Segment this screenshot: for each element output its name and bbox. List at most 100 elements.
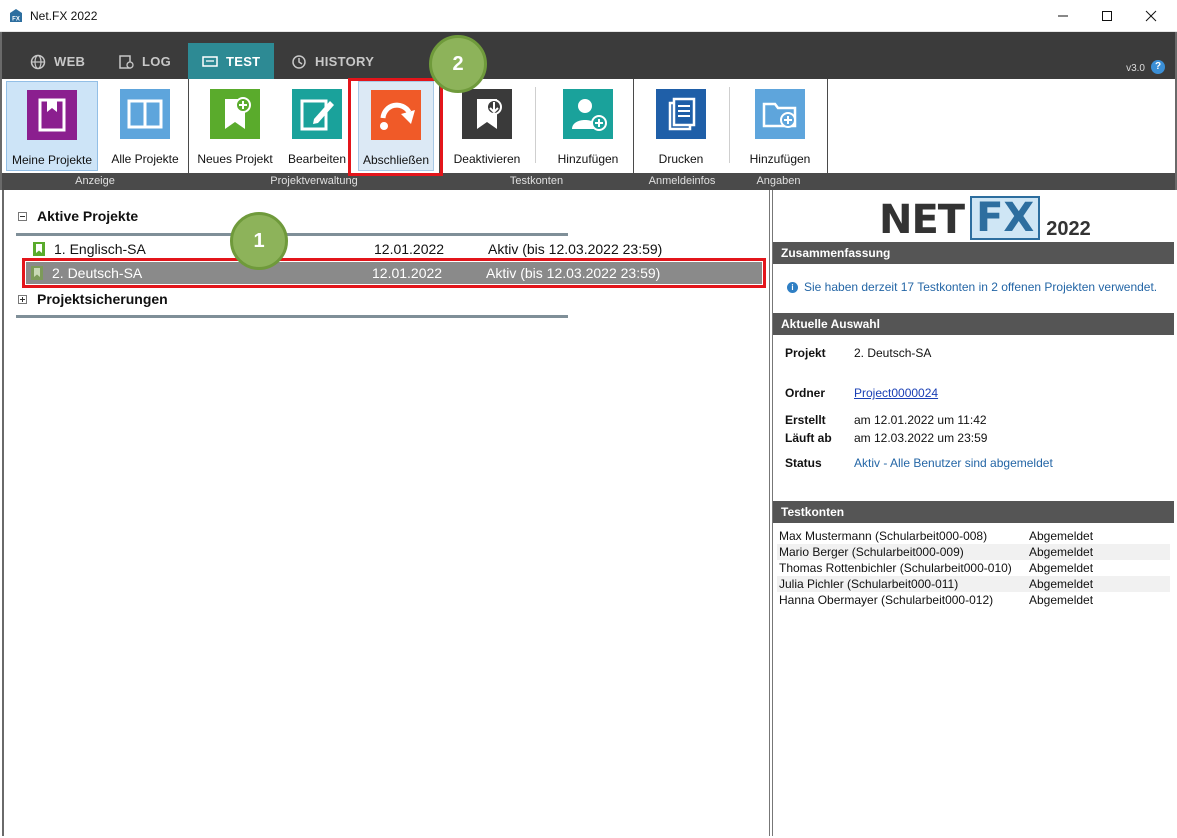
account-row[interactable]: Max Mustermann (Schularbeit000-008) Abge… xyxy=(777,528,1170,544)
active-projects-label: Aktive Projekte xyxy=(37,208,139,224)
deactivate-label: Deaktivieren xyxy=(453,152,521,166)
title-bar: FX Net.FX 2022 xyxy=(0,0,1177,32)
selection-header: Aktuelle Auswahl xyxy=(773,313,1174,335)
summary-info: i Sie haben derzeit 17 Testkonten in 2 o… xyxy=(787,280,1157,294)
account-status: Abgemeldet xyxy=(1029,561,1094,575)
info-icon: i xyxy=(787,281,798,293)
logo-year: 2022 xyxy=(1046,218,1091,240)
account-row[interactable]: Mario Berger (Schularbeit000-009) Abgeme… xyxy=(777,544,1170,560)
add-info-label: Hinzufügen xyxy=(749,152,811,166)
globe-icon xyxy=(30,54,46,69)
created-label: Erstellt xyxy=(785,413,826,427)
group-label-anmeldeinfos: Anmeldeinfos xyxy=(648,175,716,187)
details-pane: NET FX 2022 Zusammenfassung i Sie haben … xyxy=(772,190,1174,836)
account-name: Hanna Obermayer (Schularbeit000-012) xyxy=(779,593,994,607)
tab-test[interactable]: TEST xyxy=(188,43,275,79)
highlight-box-finish-button xyxy=(348,78,443,176)
accounts-header: Testkonten xyxy=(773,501,1174,523)
account-row[interactable]: Julia Pichler (Schularbeit000-011) Abgem… xyxy=(777,576,1170,592)
minimize-button[interactable] xyxy=(1040,0,1086,32)
project-bookmark-icon xyxy=(33,242,45,256)
add-account-label: Hinzufügen xyxy=(557,152,619,166)
active-projects-header[interactable]: Aktive Projekte xyxy=(18,208,138,224)
ribbon: Meine Projekte Alle Projekte Neues Proje… xyxy=(0,79,1177,190)
expires-label: Läuft ab xyxy=(785,431,832,445)
print-icon xyxy=(656,89,706,139)
account-row[interactable]: Hanna Obermayer (Schularbeit000-012) Abg… xyxy=(777,592,1170,608)
deactivate-icon xyxy=(462,89,512,139)
my-projects-label: Meine Projekte xyxy=(11,153,93,167)
new-project-icon xyxy=(210,89,260,139)
summary-header: Zusammenfassung xyxy=(773,242,1174,264)
help-icon[interactable]: ? xyxy=(1151,60,1165,74)
expand-toggle-icon[interactable] xyxy=(18,294,27,304)
accounts-list: Max Mustermann (Schularbeit000-008) Abge… xyxy=(777,528,1170,608)
version-label: v3.0 xyxy=(1126,63,1145,74)
maximize-button[interactable] xyxy=(1084,0,1130,32)
my-projects-icon xyxy=(27,90,77,140)
group-label-testkonten: Testkonten xyxy=(509,175,564,187)
deactivate-button[interactable]: Deaktivieren xyxy=(452,81,522,171)
created-value: am 12.01.2022 um 11:42 xyxy=(854,413,987,427)
close-icon xyxy=(1145,10,1157,22)
all-projects-button[interactable]: Alle Projekte xyxy=(102,81,188,171)
highlight-box-selected-project xyxy=(22,258,766,288)
tree-divider xyxy=(16,315,568,318)
account-status: Abgemeldet xyxy=(1029,545,1094,559)
project-backups-label: Projektsicherungen xyxy=(37,291,168,307)
group-label-angaben: Angaben xyxy=(756,175,801,187)
collapse-toggle-icon[interactable] xyxy=(18,211,27,221)
edit-button[interactable]: Bearbeiten xyxy=(282,81,352,171)
svg-text:FX: FX xyxy=(12,17,20,23)
ribbon-separator-light xyxy=(535,87,536,163)
folder-link[interactable]: Project0000024 xyxy=(854,386,938,400)
logo-fx: FX xyxy=(970,196,1041,240)
tab-web[interactable]: WEB xyxy=(16,44,99,79)
folder-label: Ordner xyxy=(785,386,826,400)
edit-label: Bearbeiten xyxy=(287,152,347,166)
main-tab-bar: WEB LOG TEST HISTORY v3.0 ? xyxy=(0,32,1177,79)
account-name: Mario Berger (Schularbeit000-009) xyxy=(779,545,964,559)
group-label-anzeige: Anzeige xyxy=(75,175,115,187)
expires-value: am 12.03.2022 um 23:59 xyxy=(854,431,988,445)
add-info-button[interactable]: Hinzufügen xyxy=(744,81,816,171)
close-button[interactable] xyxy=(1128,0,1174,32)
history-icon xyxy=(292,54,306,69)
tab-web-label: WEB xyxy=(54,54,86,69)
account-name: Thomas Rottenbichler (Schularbeit000-010… xyxy=(779,561,1012,575)
new-project-label: Neues Projekt xyxy=(197,152,273,166)
project-name: 1. Englisch-SA xyxy=(54,241,146,257)
tree-divider xyxy=(16,233,568,236)
project-row-1[interactable]: 1. Englisch-SA 12.01.2022 Aktiv (bis 12.… xyxy=(28,238,764,260)
project-label: Projekt xyxy=(785,346,826,360)
tab-log[interactable]: LOG xyxy=(104,44,185,79)
add-folder-icon xyxy=(755,89,805,139)
tab-test-label: TEST xyxy=(226,53,261,69)
add-account-button[interactable]: Hinzufügen xyxy=(552,81,624,171)
tab-log-label: LOG xyxy=(142,54,172,69)
edit-icon xyxy=(292,89,342,139)
account-status: Abgemeldet xyxy=(1029,593,1094,607)
account-name: Max Mustermann (Schularbeit000-008) xyxy=(779,529,988,543)
tab-history[interactable]: HISTORY xyxy=(277,44,388,79)
step-callout-2: 2 xyxy=(429,35,487,93)
group-label-projektverwaltung: Projektverwaltung xyxy=(270,175,358,187)
log-icon xyxy=(119,54,134,69)
project-backups-header[interactable]: Projektsicherungen xyxy=(18,291,168,307)
new-project-button[interactable]: Neues Projekt xyxy=(194,81,276,171)
add-user-icon xyxy=(563,89,613,139)
account-name: Julia Pichler (Schularbeit000-011) xyxy=(779,577,959,591)
status-value: Aktiv - Alle Benutzer sind abgemeldet xyxy=(854,456,1053,470)
print-button[interactable]: Drucken xyxy=(646,81,716,171)
tab-history-label: HISTORY xyxy=(315,54,375,69)
project-date: 12.01.2022 xyxy=(374,241,445,257)
window-title: Net.FX 2022 xyxy=(30,9,98,23)
netfx-logo: NET FX 2022 xyxy=(879,196,1091,240)
my-projects-button[interactable]: Meine Projekte xyxy=(6,81,98,171)
logo-net: NET xyxy=(879,197,965,243)
all-projects-label: Alle Projekte xyxy=(111,152,179,166)
account-row[interactable]: Thomas Rottenbichler (Schularbeit000-010… xyxy=(777,560,1170,576)
test-icon xyxy=(202,56,218,67)
app-icon: FX xyxy=(10,9,22,23)
maximize-icon xyxy=(1102,11,1112,21)
